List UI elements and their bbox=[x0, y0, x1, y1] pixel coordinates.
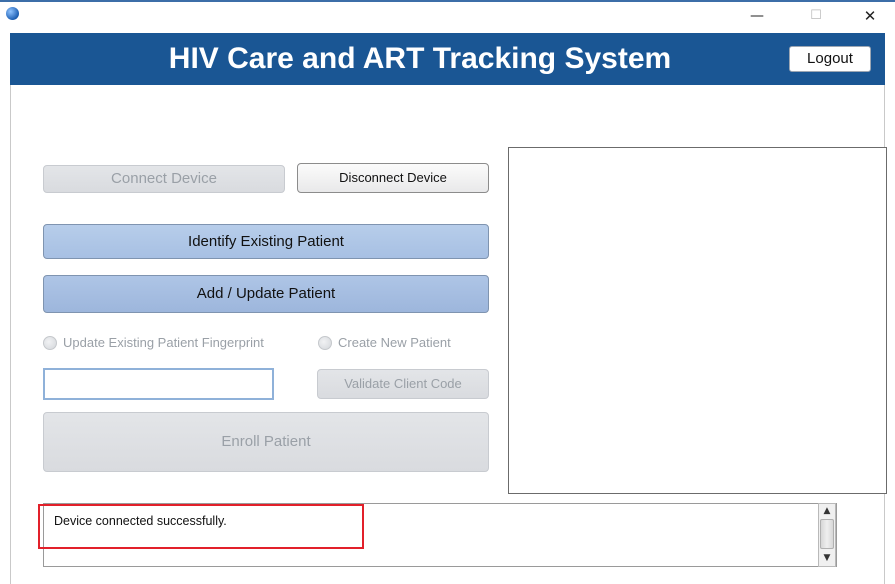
app-header: HIV Care and ART Tracking System Logout bbox=[10, 33, 885, 85]
title-bar-accent-line bbox=[0, 0, 895, 2]
radio-circle-icon bbox=[318, 335, 332, 350]
logout-button[interactable]: Logout bbox=[789, 46, 871, 72]
app-title: HIV Care and ART Tracking System bbox=[168, 42, 672, 75]
fingerprint-image-panel bbox=[508, 147, 887, 494]
scroll-thumb[interactable] bbox=[820, 519, 834, 549]
identify-existing-patient-button[interactable]: Identify Existing Patient bbox=[43, 224, 489, 259]
close-button[interactable]: ✕ bbox=[858, 6, 882, 26]
create-new-patient-label: Create New Patient bbox=[338, 335, 451, 350]
log-scrollbar[interactable]: ▲ ▼ bbox=[818, 503, 836, 567]
update-fingerprint-label: Update Existing Patient Fingerprint bbox=[63, 335, 264, 350]
globe-icon bbox=[6, 7, 19, 20]
enroll-patient-button[interactable]: Enroll Patient bbox=[43, 412, 489, 472]
scroll-up-arrow-icon[interactable]: ▲ bbox=[819, 504, 835, 518]
maximize-button[interactable]: ☐ bbox=[804, 6, 828, 26]
create-new-patient-radio[interactable]: Create New Patient bbox=[318, 334, 451, 352]
connect-device-button[interactable]: Connect Device bbox=[43, 165, 285, 193]
update-fingerprint-radio[interactable]: Update Existing Patient Fingerprint bbox=[43, 334, 264, 352]
radio-circle-icon bbox=[43, 335, 57, 350]
validate-client-code-button[interactable]: Validate Client Code bbox=[317, 369, 489, 399]
scroll-down-arrow-icon[interactable]: ▼ bbox=[819, 551, 835, 565]
minimize-button[interactable]: — bbox=[745, 6, 769, 26]
disconnect-device-button[interactable]: Disconnect Device bbox=[297, 163, 489, 193]
highlight-annotation-box bbox=[38, 504, 364, 549]
add-update-patient-button[interactable]: Add / Update Patient bbox=[43, 275, 489, 313]
client-code-input[interactable] bbox=[43, 368, 274, 400]
